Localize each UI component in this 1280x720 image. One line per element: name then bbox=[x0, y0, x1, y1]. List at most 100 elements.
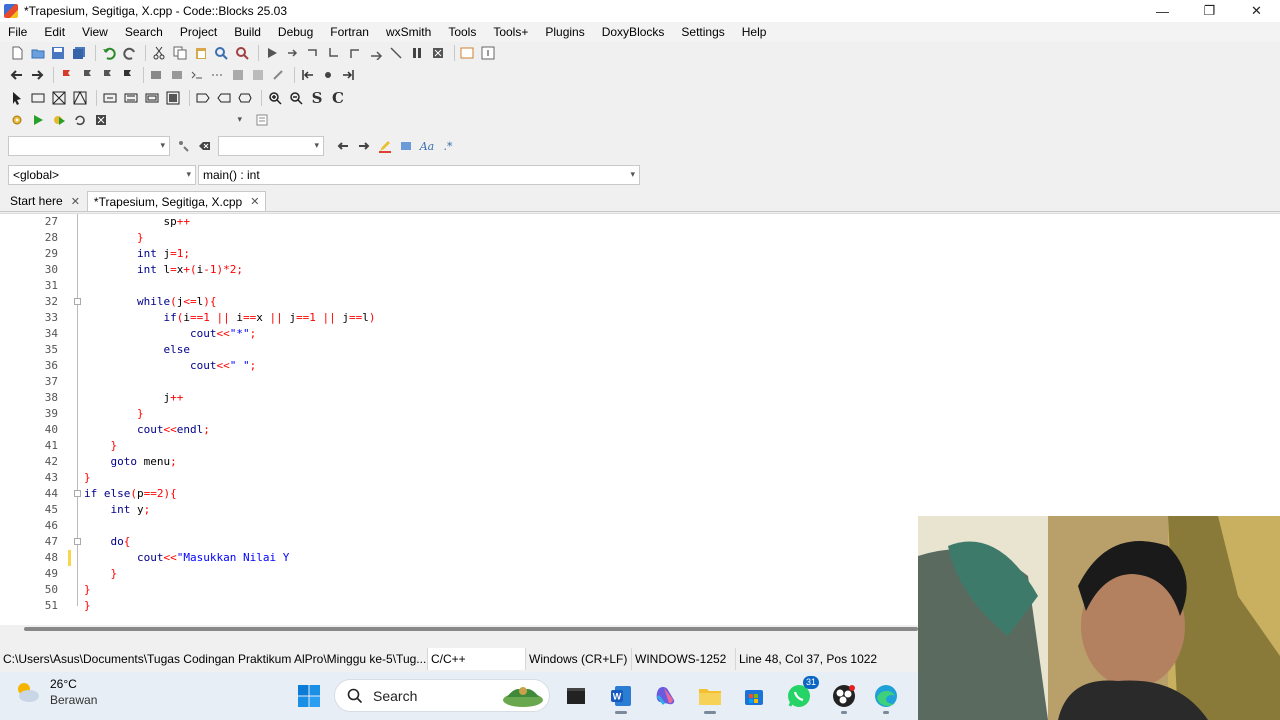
horizontal-scroll-thumb[interactable] bbox=[24, 627, 918, 631]
match-case-icon[interactable]: Aa bbox=[418, 137, 436, 155]
code-line[interactable]: if(i==1 || i==x || j==1 || j==l) bbox=[84, 310, 375, 326]
build-and-run-icon[interactable] bbox=[50, 111, 68, 129]
zoom-in-icon[interactable] bbox=[266, 89, 284, 107]
menu-project[interactable]: Project bbox=[175, 25, 229, 39]
taskbar-app-file-explorer[interactable] bbox=[694, 680, 726, 714]
prev-bookmark-icon[interactable] bbox=[78, 66, 95, 84]
fold-marker[interactable] bbox=[74, 538, 81, 545]
code-line[interactable]: cout<<" "; bbox=[84, 358, 256, 374]
break-debugger-icon[interactable] bbox=[408, 44, 426, 62]
doxy-config-icon[interactable] bbox=[270, 66, 287, 84]
step-out-icon[interactable] bbox=[346, 44, 364, 62]
horizontal-scrollbar[interactable] bbox=[0, 625, 918, 635]
taskbar-app-copilot[interactable] bbox=[650, 680, 682, 712]
doxy-line-icon[interactable] bbox=[188, 66, 205, 84]
doxy-extract-icon[interactable] bbox=[148, 66, 165, 84]
highlight-icon[interactable] bbox=[376, 137, 394, 155]
fold-marker[interactable] bbox=[74, 490, 81, 497]
next-bookmark-icon[interactable] bbox=[98, 66, 115, 84]
jump-back-icon[interactable] bbox=[299, 66, 316, 84]
save-icon[interactable] bbox=[49, 44, 67, 62]
weather-widget[interactable]: 26°C Berawan bbox=[14, 676, 97, 708]
doxy-html-icon[interactable] bbox=[229, 66, 246, 84]
clear-search-icon[interactable] bbox=[195, 137, 213, 155]
replace-text-combo[interactable]: ▾ bbox=[218, 136, 324, 156]
menu-settings[interactable]: Settings bbox=[676, 25, 736, 39]
scope-select[interactable]: <global> ▾ bbox=[8, 165, 196, 185]
step-instruction-icon[interactable] bbox=[387, 44, 405, 62]
build-icon[interactable] bbox=[8, 111, 26, 129]
run-to-cursor-icon[interactable] bbox=[284, 44, 302, 62]
close-icon[interactable]: ✕ bbox=[250, 195, 259, 208]
doxy-comment-icon[interactable] bbox=[209, 66, 226, 84]
close-button[interactable]: ✕ bbox=[1233, 0, 1280, 22]
code-line[interactable]: if else(p==2){ bbox=[84, 486, 177, 502]
menu-fortran[interactable]: Fortran bbox=[325, 25, 381, 39]
jump-home-icon[interactable] bbox=[319, 66, 336, 84]
run-green-icon[interactable] bbox=[29, 111, 47, 129]
menu-build[interactable]: Build bbox=[229, 25, 273, 39]
toggle-bookmark-icon[interactable] bbox=[58, 66, 75, 84]
tab-start-here[interactable]: Start here ✕ bbox=[3, 191, 87, 211]
menu-edit[interactable]: Edit bbox=[39, 25, 77, 39]
close-icon[interactable]: ✕ bbox=[71, 195, 80, 208]
minimize-button[interactable]: — bbox=[1139, 0, 1186, 22]
code-line[interactable]: int l=x+(i-1)*2; bbox=[84, 262, 243, 278]
taskbar-app-microsoft-store[interactable] bbox=[738, 680, 770, 712]
zoom-out-icon[interactable] bbox=[287, 89, 305, 107]
show-select-target-icon[interactable] bbox=[253, 111, 271, 129]
menu-file[interactable]: File bbox=[3, 25, 39, 39]
menu-plugins[interactable]: Plugins bbox=[540, 25, 596, 39]
undo-icon[interactable] bbox=[100, 44, 118, 62]
restore-button[interactable]: ❐ bbox=[1186, 0, 1233, 22]
save-all-icon[interactable] bbox=[70, 44, 88, 62]
menu-view[interactable]: View bbox=[77, 25, 120, 39]
menu-help[interactable]: Help bbox=[737, 25, 779, 39]
taskbar-search[interactable]: Search bbox=[334, 679, 550, 712]
replace-icon[interactable] bbox=[233, 44, 251, 62]
code-line[interactable]: cout<<"Masukkan Nilai Y bbox=[84, 550, 289, 566]
step-into-icon[interactable] bbox=[325, 44, 343, 62]
new-file-icon[interactable] bbox=[8, 44, 26, 62]
paste-icon[interactable] bbox=[192, 44, 210, 62]
start-button[interactable] bbox=[293, 680, 325, 712]
nav-back-icon[interactable] bbox=[8, 66, 25, 84]
code-area[interactable]: sp++ } int j=1; int l=x+(i-1)*2; while(j… bbox=[84, 214, 924, 625]
find-icon[interactable] bbox=[213, 44, 231, 62]
menu-tools-plus[interactable]: Tools+ bbox=[488, 25, 540, 39]
return-shape-icon[interactable] bbox=[236, 89, 254, 107]
code-line[interactable]: } bbox=[84, 470, 91, 486]
code-line[interactable]: j++ bbox=[84, 390, 183, 406]
regex-icon[interactable]: .* bbox=[439, 137, 457, 155]
jump-forward-icon[interactable] bbox=[340, 66, 357, 84]
taskbar-app-edge[interactable] bbox=[870, 680, 902, 714]
debug-info-icon[interactable] bbox=[479, 44, 497, 62]
if-shape-icon[interactable] bbox=[50, 89, 68, 107]
menu-wxsmith[interactable]: wxSmith bbox=[381, 25, 443, 39]
code-line[interactable]: } bbox=[84, 438, 118, 454]
code-line[interactable]: } bbox=[84, 582, 91, 598]
selected-text-icon[interactable] bbox=[397, 137, 415, 155]
run-icon[interactable] bbox=[263, 44, 281, 62]
pointer-icon[interactable] bbox=[8, 89, 26, 107]
copy-icon[interactable] bbox=[171, 44, 189, 62]
continue-shape-icon[interactable] bbox=[215, 89, 233, 107]
menu-search[interactable]: Search bbox=[120, 25, 175, 39]
stop-debugger-icon[interactable] bbox=[429, 44, 447, 62]
taskbar-app-obs[interactable] bbox=[828, 680, 860, 714]
doxy-chm-icon[interactable] bbox=[249, 66, 266, 84]
code-line[interactable]: } bbox=[84, 598, 91, 614]
rebuild-icon[interactable] bbox=[71, 111, 89, 129]
code-line[interactable]: do{ bbox=[84, 534, 131, 550]
clear-bookmarks-icon[interactable] bbox=[119, 66, 136, 84]
code-line[interactable]: int j=1; bbox=[84, 246, 190, 262]
menu-doxyblocks[interactable]: DoxyBlocks bbox=[597, 25, 677, 39]
taskbar-app-whatsapp[interactable]: 31 bbox=[783, 676, 819, 712]
function-select[interactable]: main() : int ▾ bbox=[198, 165, 640, 185]
do-shape-icon[interactable] bbox=[143, 89, 161, 107]
for-shape-icon[interactable] bbox=[122, 89, 140, 107]
code-line[interactable]: } bbox=[84, 406, 144, 422]
next-line-icon[interactable] bbox=[305, 44, 323, 62]
code-line[interactable]: goto menu; bbox=[84, 454, 177, 470]
code-line[interactable]: sp++ bbox=[84, 214, 190, 230]
